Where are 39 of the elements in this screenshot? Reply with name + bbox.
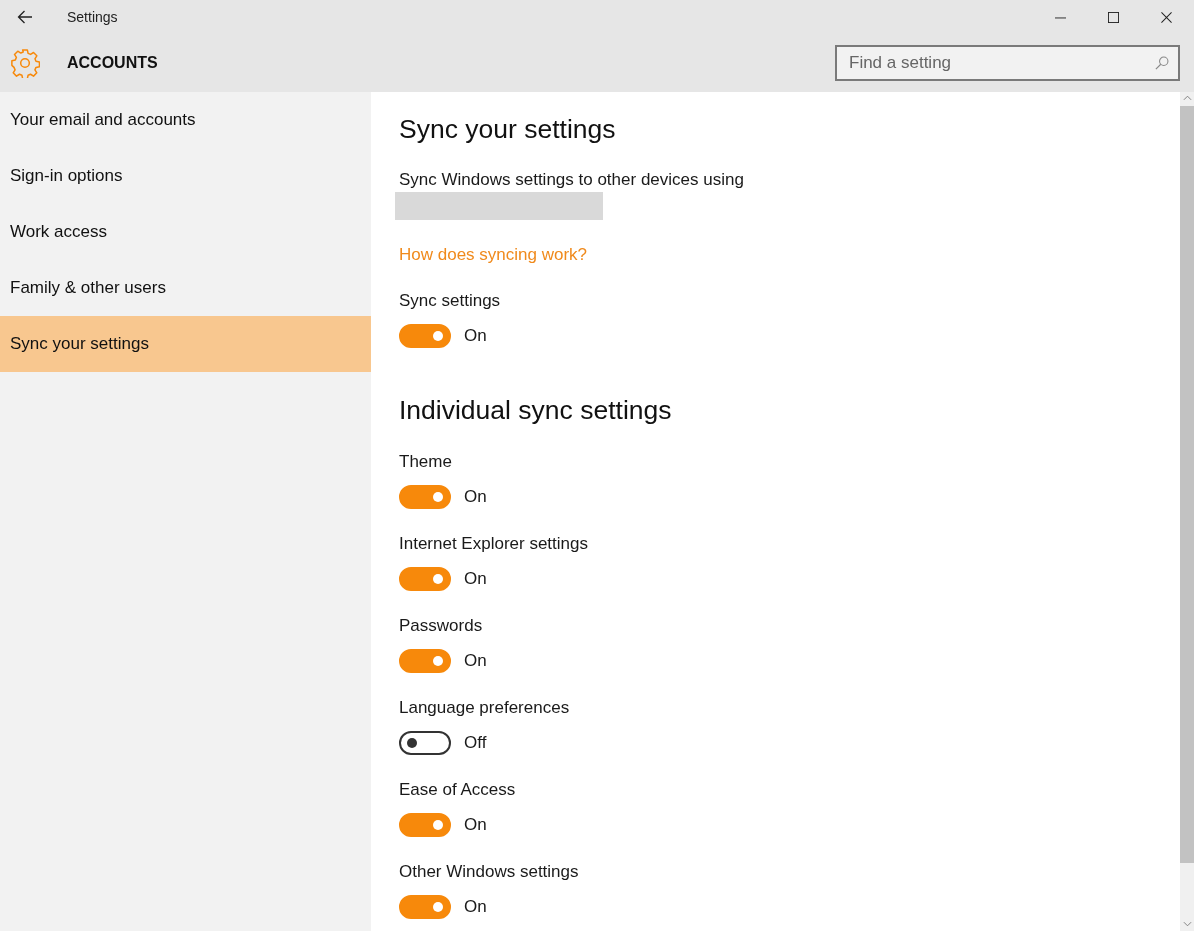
sidebar-item[interactable]: Sign-in options — [0, 148, 371, 204]
toggle-switch[interactable] — [399, 485, 451, 509]
window-title: Settings — [67, 9, 118, 25]
gear-icon — [10, 48, 40, 78]
toggle-state-text: On — [464, 569, 487, 589]
search-icon[interactable] — [1155, 56, 1169, 70]
toggle-switch[interactable] — [399, 649, 451, 673]
setting-label: Ease of Access — [399, 779, 516, 801]
scroll-down-icon[interactable] — [1182, 921, 1192, 927]
back-arrow-icon[interactable] — [17, 10, 33, 24]
sidebar-item[interactable]: Family & other users — [0, 260, 371, 316]
section-title: ACCOUNTS — [67, 54, 158, 72]
toggle-state-text: Off — [464, 733, 487, 753]
toggle-switch[interactable] — [399, 731, 451, 755]
close-icon[interactable] — [1161, 11, 1172, 23]
setting-label: Passwords — [399, 615, 483, 637]
toggle-state-text: On — [464, 651, 487, 671]
description-text: Sync Windows settings to other devices using — [399, 169, 744, 191]
setting-label: Language preferences — [399, 697, 570, 719]
setting-label: Other Windows settings — [399, 861, 579, 883]
sidebar-item[interactable]: Work access — [0, 204, 371, 260]
toggle-state-text: On — [464, 897, 487, 917]
toggle-switch[interactable] — [399, 813, 451, 837]
toggle-switch[interactable] — [399, 895, 451, 919]
toggle-switch[interactable] — [399, 567, 451, 591]
toggle-switch[interactable] — [399, 324, 451, 348]
setting-label: Theme — [399, 451, 452, 473]
sidebar-item[interactable]: Your email and accounts — [0, 92, 371, 148]
toggle-state-text: On — [464, 326, 487, 346]
search-field[interactable]: Find a setting — [835, 45, 1180, 81]
toggle-state-text: On — [464, 487, 487, 507]
setting-label: Internet Explorer settings — [399, 533, 588, 555]
maximize-icon[interactable] — [1108, 11, 1119, 23]
setting-label: Sync settings — [399, 290, 501, 312]
section-heading: Individual sync settings — [399, 394, 672, 427]
toggle-state-text: On — [464, 815, 487, 835]
scroll-up-icon[interactable] — [1182, 95, 1192, 101]
sidebar-item[interactable]: Sync your settings — [0, 316, 371, 372]
page-heading: Sync your settings — [399, 113, 616, 146]
